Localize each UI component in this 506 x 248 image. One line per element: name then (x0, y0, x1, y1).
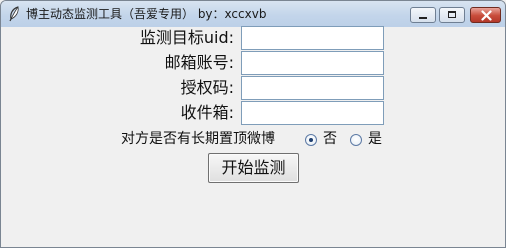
start-monitoring-button[interactable]: 开始监测 (208, 153, 299, 183)
minimize-button[interactable] (410, 7, 436, 23)
title-bar[interactable]: 博主动态监测工具（吾爱专用） by：xccxvb (1, 1, 505, 27)
radio-yes[interactable] (350, 134, 362, 146)
app-window: 博主动态监测工具（吾爱专用） by：xccxvb 监测目标uid: 邮箱账号: … (0, 0, 506, 248)
email-label: 邮箱账号: (164, 53, 234, 72)
maximize-icon (448, 11, 456, 18)
window-title: 博主动态监测工具（吾爱专用） by：xccxvb (26, 7, 267, 21)
maximize-button[interactable] (439, 7, 465, 23)
inbox-label: 收件箱: (180, 103, 234, 122)
close-icon (481, 10, 492, 21)
feather-icon (9, 6, 19, 22)
uid-input[interactable] (241, 26, 384, 50)
email-input[interactable] (241, 51, 384, 75)
inbox-input[interactable] (241, 101, 384, 125)
radio-no[interactable] (305, 134, 317, 146)
auth-code-input[interactable] (241, 76, 384, 100)
close-button[interactable] (470, 7, 501, 23)
radio-no-label[interactable]: 否 (323, 129, 337, 149)
pinned-weibo-question: 对方是否有长期置顶微博 (121, 131, 275, 147)
auth-code-label: 授权码: (180, 78, 234, 97)
minimize-icon (419, 17, 427, 19)
radio-yes-label[interactable]: 是 (368, 129, 382, 149)
radio-selected-dot (309, 138, 313, 142)
uid-label: 监测目标uid: (139, 28, 234, 47)
